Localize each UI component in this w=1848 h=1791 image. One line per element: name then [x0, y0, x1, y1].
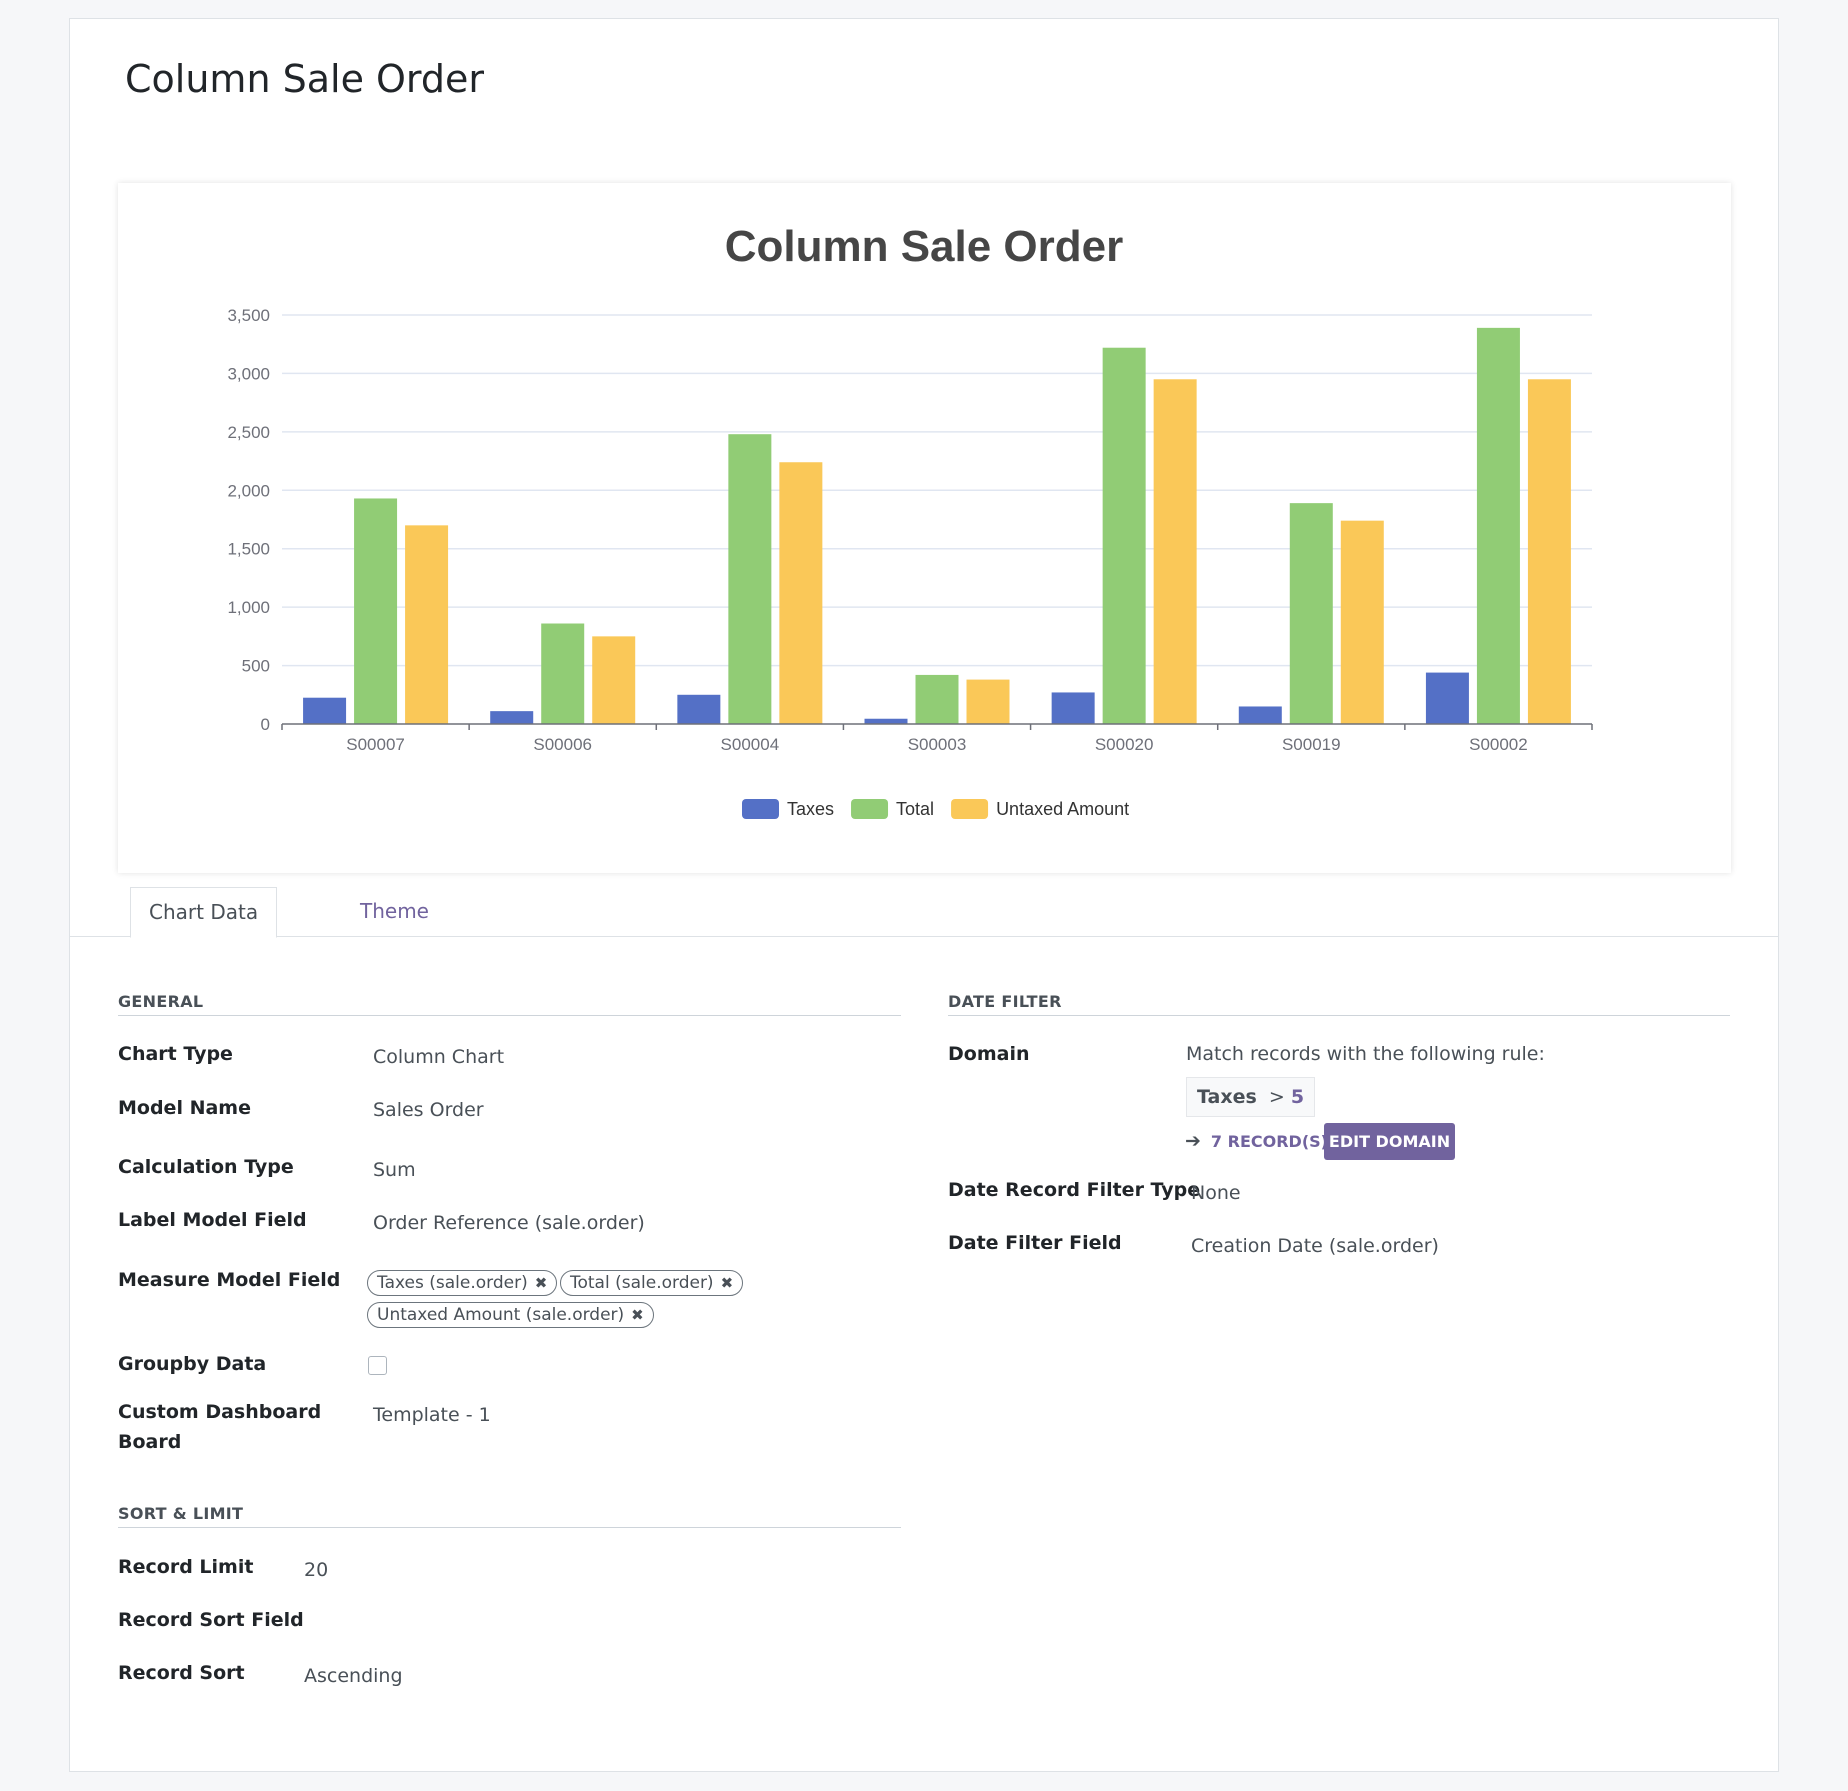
- record-sort-label: Record Sort: [118, 1662, 245, 1684]
- dashboard-board-label-line: Custom Dashboard: [118, 1401, 322, 1423]
- model-name-value[interactable]: Sales Order: [373, 1095, 484, 1125]
- bar-total: [1102, 347, 1146, 724]
- bar-untaxed-amount: [779, 462, 823, 724]
- remove-tag-icon[interactable]: ✖: [535, 1271, 548, 1295]
- x-tick-label: S00002: [1469, 735, 1528, 754]
- bar-untaxed-amount: [405, 525, 449, 724]
- date-filter-field-label: Date Filter Field: [948, 1232, 1122, 1254]
- measure-tag-label: Untaxed Amount (sale.order): [377, 1305, 625, 1325]
- y-tick-label: 0: [261, 715, 270, 734]
- x-tick-label: S00006: [533, 735, 592, 754]
- model-name-label: Model Name: [118, 1097, 251, 1119]
- chart-type-label: Chart Type: [118, 1043, 233, 1065]
- bar-taxes: [490, 711, 534, 724]
- page-title: Column Sale Order: [125, 57, 485, 101]
- bar-untaxed-amount: [1340, 520, 1384, 724]
- measure-field-label: Measure Model Field: [118, 1269, 341, 1291]
- bar-total: [728, 434, 772, 724]
- y-tick-label: 1,000: [227, 598, 270, 617]
- domain-rule-operator: >: [1268, 1086, 1285, 1108]
- domain-rule-value: 5: [1290, 1086, 1305, 1108]
- record-limit-value[interactable]: 20: [304, 1555, 328, 1585]
- column-chart: Column Sale Order 0 500 1,000 1,500 2,000 2,50…: [227, 222, 1593, 819]
- bar-total: [1289, 503, 1333, 724]
- x-tick-label: S00020: [1095, 735, 1154, 754]
- bar-taxes: [303, 697, 347, 724]
- records-link[interactable]: ➔ 7 RECORD(S): [1185, 1126, 1328, 1157]
- bar-total: [1476, 327, 1520, 724]
- bar-taxes: [864, 718, 908, 724]
- measure-tag: Taxes (sale.order) ✖: [367, 1270, 558, 1296]
- date-filter-type-value[interactable]: None: [1191, 1178, 1241, 1208]
- bar-total: [915, 674, 959, 724]
- domain-label: Domain: [948, 1043, 1030, 1065]
- tab-chart-data[interactable]: Chart Data: [130, 887, 278, 938]
- groupby-label: Groupby Data: [118, 1353, 267, 1375]
- y-tick-label: 2,000: [227, 481, 270, 500]
- bar-untaxed-amount: [1527, 379, 1571, 724]
- remove-tag-icon[interactable]: ✖: [721, 1271, 734, 1295]
- legend-swatch: [742, 799, 779, 819]
- x-tick-label: S00004: [721, 735, 780, 754]
- record-sort-value[interactable]: Ascending: [304, 1661, 403, 1691]
- bar-untaxed-amount: [1153, 379, 1197, 724]
- measure-tag-label: Total (sale.order): [570, 1273, 714, 1293]
- domain-intro: Match records with the following rule:: [1186, 1043, 1545, 1065]
- chart-type-value[interactable]: Column Chart: [373, 1042, 504, 1072]
- label-field-value[interactable]: Order Reference (sale.order): [373, 1208, 645, 1238]
- date-filter-type-label: Date Record Filter Type: [948, 1179, 1201, 1201]
- form-tabs: Chart Data Theme: [70, 887, 1778, 938]
- bar-untaxed-amount: [592, 636, 636, 724]
- record-sort-field-label: Record Sort Field: [118, 1609, 304, 1631]
- calc-type-label: Calculation Type: [118, 1156, 294, 1178]
- legend-label: Untaxed Amount: [996, 799, 1129, 819]
- dashboard-board-label: Custom Dashboard Board: [118, 1397, 321, 1457]
- chart-card: Column Sale Order 0 500 1,000 1,500 2,000 2,50…: [118, 183, 1731, 873]
- y-tick-label: 2,500: [227, 423, 270, 442]
- x-tick-label: S00019: [1282, 735, 1341, 754]
- bar-total: [354, 498, 398, 724]
- section-sort-limit-heading: Sort & Limit: [118, 1504, 901, 1528]
- y-tick-label: 3,500: [227, 306, 270, 325]
- groupby-checkbox[interactable]: [368, 1356, 387, 1375]
- legend-swatch: [851, 799, 889, 819]
- dashboard-board-label-line: Board: [118, 1431, 182, 1453]
- tab-theme[interactable]: Theme: [342, 887, 447, 937]
- x-tick-label: S00003: [908, 735, 967, 754]
- bar-taxes: [1051, 692, 1095, 724]
- y-tick-label: 1,500: [227, 540, 270, 559]
- section-general-heading: General: [118, 992, 901, 1016]
- y-tick-label: 3,000: [227, 364, 270, 383]
- domain-rule[interactable]: Taxes > 5: [1186, 1077, 1316, 1117]
- measure-tag: Total (sale.order) ✖: [560, 1270, 744, 1296]
- bar-taxes: [1425, 672, 1469, 724]
- bar-taxes: [1238, 706, 1282, 724]
- domain-rule-field: Taxes: [1197, 1086, 1257, 1108]
- arrow-right-icon: ➔: [1185, 1130, 1201, 1152]
- edit-domain-button[interactable]: EDIT DOMAIN: [1324, 1123, 1455, 1160]
- records-count: 7 RECORD(S): [1210, 1132, 1328, 1151]
- bar-untaxed-amount: [966, 679, 1010, 724]
- legend-label: Taxes: [787, 799, 834, 819]
- bar-taxes: [677, 694, 721, 724]
- date-filter-field-value[interactable]: Creation Date (sale.order): [1191, 1231, 1439, 1261]
- legend-swatch: [951, 799, 989, 819]
- record-limit-label: Record Limit: [118, 1556, 254, 1578]
- chart-title: Column Sale Order: [725, 222, 1124, 271]
- label-field-label: Label Model Field: [118, 1209, 307, 1231]
- legend-label: Total: [896, 799, 934, 819]
- x-tick-label: S00007: [346, 735, 405, 754]
- remove-tag-icon[interactable]: ✖: [631, 1303, 644, 1327]
- y-tick-label: 500: [242, 657, 270, 676]
- dashboard-board-value[interactable]: Template - 1: [373, 1400, 491, 1430]
- calc-type-value[interactable]: Sum: [373, 1155, 416, 1185]
- section-date-filter-heading: Date Filter: [948, 992, 1730, 1016]
- measure-tag: Untaxed Amount (sale.order) ✖: [367, 1302, 654, 1328]
- measure-tag-label: Taxes (sale.order): [377, 1273, 528, 1293]
- bar-total: [541, 623, 585, 724]
